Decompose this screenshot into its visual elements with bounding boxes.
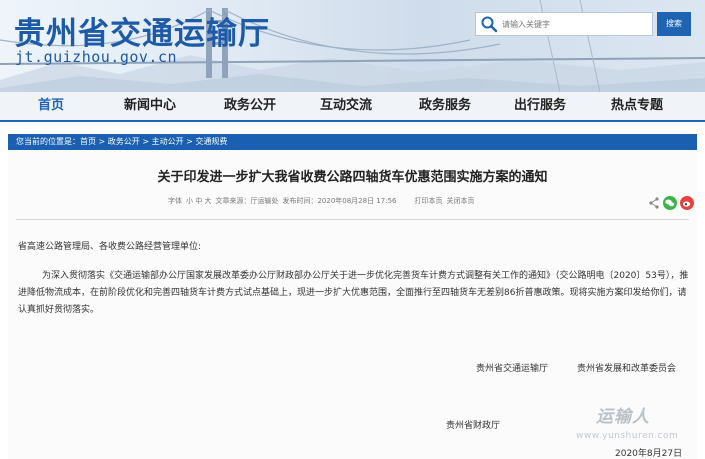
- watermark-brand: 运输人: [596, 407, 650, 427]
- font-size-label: 字体: [168, 197, 182, 205]
- signatory-transport-dept: 贵州省交通运输厅: [476, 364, 549, 374]
- site-url[interactable]: jt.guizhou.gov.cn: [15, 48, 177, 66]
- article-container: 关于印发进一步扩大我省收费公路四轴货车优惠范围实施方案的通知 字体小 中 大文章…: [8, 150, 697, 459]
- close-link[interactable]: 关闭本页: [446, 197, 474, 205]
- print-link[interactable]: 打印本页: [414, 197, 442, 205]
- breadcrumb-prefix: 您当前的位置是：: [16, 137, 80, 146]
- breadcrumb-separator: >: [139, 137, 152, 146]
- breadcrumb-separator: >: [96, 137, 108, 146]
- search-box: [475, 12, 653, 36]
- nav-item-news[interactable]: 新闻中心: [114, 92, 186, 120]
- search-input[interactable]: [502, 15, 648, 33]
- nav-item-gov-affairs[interactable]: 政务公开: [214, 92, 286, 120]
- breadcrumb-separator: >: [183, 137, 196, 146]
- font-size-options[interactable]: 小 中 大: [186, 197, 211, 205]
- signatory-development-commission: 贵州省发展和改革委员会: [577, 364, 677, 374]
- share-bar: [648, 195, 696, 215]
- breadcrumb-link-gov-affairs[interactable]: 政务公开: [108, 137, 140, 146]
- weibo-icon[interactable]: [680, 196, 694, 210]
- site-name[interactable]: 贵州省交通运输厅: [14, 8, 270, 53]
- nav-item-travel[interactable]: 出行服务: [504, 92, 576, 120]
- share-icons: [649, 196, 694, 210]
- nav-item-topics[interactable]: 热点专题: [601, 92, 673, 120]
- article-date: 2020年8月27日: [615, 449, 683, 459]
- share-icon[interactable]: [649, 197, 659, 209]
- breadcrumb: 您当前的位置是：首页 > 政务公开 > 主动公开 > 交通规费: [8, 134, 697, 150]
- nav-item-home[interactable]: 首页: [20, 92, 82, 120]
- article-salutation: 省高速公路管理局、各收费公路经营管理单位:: [18, 242, 202, 252]
- search-icon: [481, 16, 498, 33]
- breadcrumb-link-active-disclosure[interactable]: 主动公开: [152, 137, 184, 146]
- nav-item-gov-services[interactable]: 政务服务: [409, 92, 481, 120]
- article-publish-time: 发布时间：2020年08月28日 17:56: [282, 197, 397, 205]
- article-source: 文章来源：厅运输处: [215, 197, 279, 205]
- main-nav: 首页 新闻中心 政务公开 互动交流 政务服务 出行服务 热点专题: [0, 92, 705, 122]
- breadcrumb-link-fees[interactable]: 交通规费: [195, 137, 227, 146]
- breadcrumb-link-home[interactable]: 首页: [80, 137, 96, 146]
- wechat-icon[interactable]: [663, 196, 677, 210]
- site-header: 贵州省交通运输厅 jt.guizhou.gov.cn 搜索: [0, 0, 705, 92]
- search-button[interactable]: 搜索: [657, 12, 691, 36]
- meta-divider: [16, 219, 689, 220]
- signatory-finance-dept: 贵州省财政厅: [446, 421, 501, 431]
- watermark-url: www.yunshuren.com: [576, 431, 679, 441]
- article-paragraph: 为深入贯彻落实《交通运输部办公厅国家发展改革委办公厅财政部办公厅关于进一步优化完…: [18, 271, 689, 315]
- article-meta: 字体小 中 大文章来源：厅运输处 发布时间：2020年08月28日 17:56 打印…: [168, 196, 478, 206]
- article-title: 关于印发进一步扩大我省收费公路四轴货车优惠范围实施方案的通知: [157, 170, 548, 185]
- nav-item-interaction[interactable]: 互动交流: [310, 92, 382, 120]
